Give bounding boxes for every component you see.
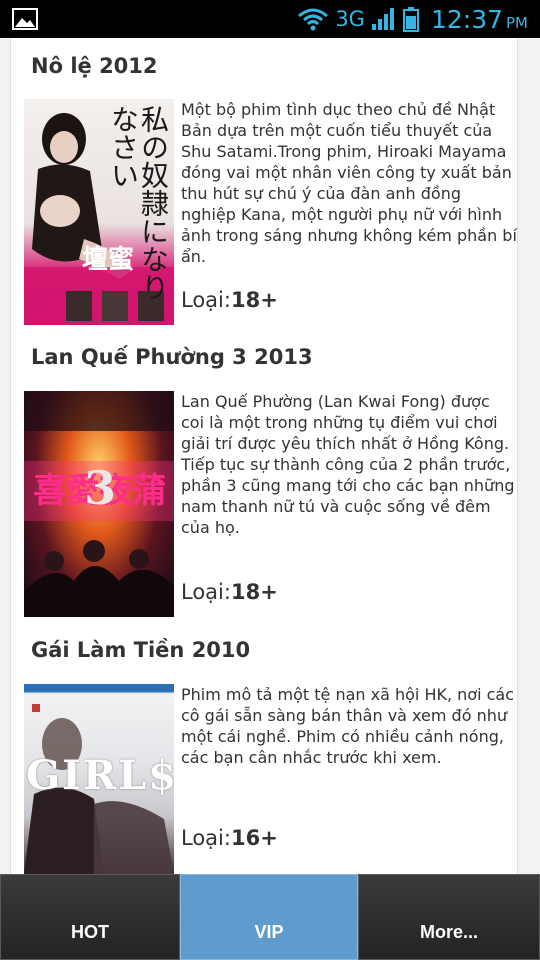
status-bar: 3G 12:37 PM (0, 0, 540, 38)
poster-title-en: GIRL$ (26, 752, 174, 799)
rating-value: 18+ (230, 288, 278, 312)
movie-item[interactable]: Nô lệ 2012 私の奴隷になりなさい 壇蜜 Một bộ phim tìn… (11, 38, 519, 328)
poster-title-jp: 私の奴隷になりなさい (107, 105, 170, 301)
movie-rating: Loại:16+ (181, 826, 278, 850)
status-indicators: 3G 12:37 PM (297, 0, 528, 38)
tab-label: HOT (71, 922, 109, 942)
movie-poster[interactable]: 喜愛夜蒲 3 (24, 391, 174, 617)
movie-rating: Loại:18+ (181, 288, 278, 312)
clock-ampm: PM (506, 13, 528, 32)
poster-number: 3 (84, 461, 117, 515)
movie-title[interactable]: Nô lệ 2012 (31, 54, 158, 78)
movie-item[interactable]: Gái Làm Tiền 2010 GIRL$ Phim mô tả một t… (11, 622, 519, 874)
rating-value: 18+ (230, 580, 278, 604)
movie-list-scroll[interactable]: Nô lệ 2012 私の奴隷になりなさい 壇蜜 Một bộ phim tìn… (0, 38, 540, 874)
battery-icon (402, 7, 419, 32)
movie-description: Phim mô tả một tệ nạn xã hội HK, nơi các… (181, 685, 515, 767)
clock-time: 12:37 (430, 4, 503, 34)
bottom-tab-bar: HOT VIP More... (0, 874, 540, 960)
movie-poster[interactable]: GIRL$ (24, 684, 174, 874)
rating-label: Loại: (181, 288, 231, 312)
movie-description: Một bộ phim tình dục theo chủ đề Nhật Bả… (181, 100, 517, 266)
rating-label: Loại: (181, 580, 231, 604)
movie-description: Lan Quế Phường (Lan Kwai Fong) được coi … (181, 392, 515, 537)
rating-label: Loại: (181, 826, 231, 850)
clock: 12:37 PM (431, 5, 528, 34)
gallery-notification-icon (12, 8, 38, 30)
tab-vip[interactable]: VIP (180, 874, 358, 960)
movie-title[interactable]: Gái Làm Tiền 2010 (31, 638, 250, 662)
tab-more[interactable]: More... (358, 874, 540, 960)
tab-hot[interactable]: HOT (0, 874, 180, 960)
movie-title[interactable]: Lan Quế Phường 3 2013 (31, 345, 313, 369)
movie-item[interactable]: Lan Quế Phường 3 2013 喜愛夜蒲 3 Lan Quế Phư… (11, 328, 519, 622)
wifi-icon (298, 8, 329, 31)
poster-caption: 壇蜜 (82, 245, 135, 275)
network-type-label: 3G (335, 7, 365, 31)
movie-list-panel: Nô lệ 2012 私の奴隷になりなさい 壇蜜 Một bộ phim tìn… (10, 38, 518, 874)
movie-poster[interactable]: 私の奴隷になりなさい 壇蜜 (24, 99, 174, 325)
rating-value: 16+ (230, 826, 278, 850)
tab-label: More... (419, 922, 478, 942)
tab-label: VIP (254, 922, 284, 942)
signal-strength-icon (371, 8, 394, 30)
movie-rating: Loại:18+ (181, 580, 278, 604)
